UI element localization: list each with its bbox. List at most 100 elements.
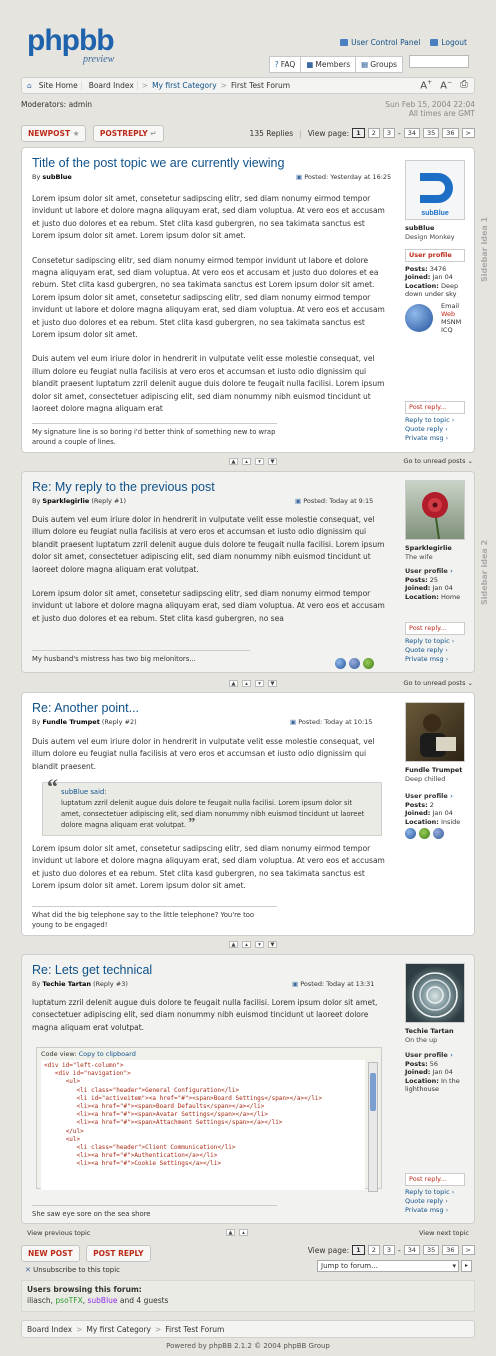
post-author[interactable]: Fundle Trumpet (42, 718, 99, 726)
down-arrow-button[interactable]: ▾ (255, 941, 264, 948)
crumb-category[interactable]: My first Category (86, 1325, 151, 1334)
crumb-forum[interactable]: First Test Forum (165, 1325, 224, 1334)
next-page-button[interactable]: > (461, 1245, 475, 1255)
up-arrow-button[interactable]: ▴ (242, 680, 251, 687)
print-icon[interactable]: ⎙ (460, 79, 468, 91)
bottom-arrow-button[interactable]: ▼ (268, 680, 277, 687)
jump-to-forum-select[interactable]: Jump to forum... ▾ (317, 1260, 459, 1272)
post-title[interactable]: Re: My reply to the previous post (32, 480, 215, 494)
profile-name[interactable]: Sparklegirlie (405, 544, 469, 553)
post-reply-menu-button[interactable]: Post reply... (405, 622, 465, 635)
post-author[interactable]: subBlue (42, 173, 71, 181)
top-arrow-button[interactable]: ▲ (229, 941, 238, 948)
tab-members[interactable]: ■ Members (300, 56, 357, 73)
search-input[interactable] (409, 55, 469, 68)
web-link[interactable]: Web (441, 310, 461, 318)
user-link[interactable]: iliasch (27, 1296, 51, 1305)
page-36[interactable]: 36 (442, 128, 459, 138)
post-reply-button[interactable]: POSTREPLY ↵ (92, 125, 164, 142)
new-post-button[interactable]: NEW POST (21, 1245, 80, 1262)
page-2[interactable]: 2 (367, 128, 380, 138)
view-next-topic-link[interactable]: View next topic (419, 1229, 469, 1237)
down-arrow-button[interactable]: ▾ (255, 458, 264, 465)
crumb-board-index[interactable]: Board Index (86, 81, 138, 90)
private-msg-link[interactable]: Private msg (405, 434, 465, 443)
post-reply-menu-button[interactable]: Post reply... (405, 1173, 465, 1186)
quote-reply-link[interactable]: Quote reply (405, 1197, 465, 1206)
post-author[interactable]: Techie Tartan (42, 980, 91, 988)
page-35[interactable]: 35 (422, 1245, 440, 1255)
top-arrow-button[interactable]: ▲ (229, 680, 238, 687)
msn-icon[interactable] (433, 828, 444, 839)
code-scrollbar[interactable] (368, 1062, 378, 1192)
up-arrow-button[interactable]: ▴ (242, 941, 251, 948)
user-link[interactable]: psoTFX (55, 1296, 82, 1305)
user-profile-link[interactable]: User profile › (405, 792, 469, 801)
user-link[interactable]: subBlue (88, 1296, 118, 1305)
top-arrow-button[interactable]: ▲ (226, 1229, 235, 1236)
page-34[interactable]: 34 (403, 1245, 420, 1255)
go-unread-link[interactable]: Go to unread posts ⌄ (403, 679, 473, 687)
page-34[interactable]: 34 (403, 128, 420, 138)
page-1[interactable]: 1 (352, 128, 365, 138)
font-decrease-button[interactable]: A− (440, 79, 452, 91)
logout-link[interactable]: Logout (430, 38, 467, 47)
post-reply-button[interactable]: POST REPLY (86, 1245, 151, 1262)
profile-name[interactable]: subBlue (405, 224, 469, 233)
copy-to-clipboard-link[interactable]: Copy to clipboard (79, 1050, 136, 1058)
view-previous-topic-link[interactable]: View previous topic (27, 1229, 90, 1237)
page-35[interactable]: 35 (422, 128, 440, 138)
scrollbar-thumb[interactable] (370, 1073, 376, 1111)
moderators-value[interactable]: admin (69, 100, 93, 109)
next-page-button[interactable]: > (461, 128, 475, 138)
icq-icon[interactable] (363, 658, 374, 669)
font-increase-button[interactable]: A+ (420, 79, 432, 91)
user-profile-button[interactable]: User profile (405, 249, 465, 262)
profile-name[interactable]: Fundle Trumpet (405, 766, 469, 775)
email-link[interactable]: Email (441, 302, 461, 310)
post-title[interactable]: Title of the post topic we are currently… (32, 156, 284, 170)
tab-faq[interactable]: ? FAQ (268, 56, 302, 73)
post-reply-menu-button[interactable]: Post reply... (405, 401, 465, 414)
jump-go-button[interactable]: ▸ (461, 1260, 472, 1272)
tab-groups[interactable]: ▦ Groups (355, 56, 403, 73)
profile-name[interactable]: Techie Tartan (405, 1027, 469, 1036)
code-content[interactable]: <div id="left-column"> <div id="navigati… (41, 1060, 365, 1190)
reply-to-topic-link[interactable]: Reply to topic (405, 1188, 465, 1197)
msnm-link[interactable]: MSNM (441, 318, 461, 326)
ucp-link[interactable]: User Control Panel (340, 38, 420, 47)
post-title[interactable]: Re: Another point... (32, 701, 139, 715)
post-author[interactable]: Sparklegirlie (42, 497, 89, 505)
reply-to-topic-link[interactable]: Reply to topic (405, 637, 465, 646)
up-arrow-button[interactable]: ▴ (242, 458, 251, 465)
page-1[interactable]: 1 (352, 1245, 365, 1255)
icq-icon[interactable] (419, 828, 430, 839)
msn-icon[interactable] (349, 658, 360, 669)
up-arrow-button[interactable]: ▴ (239, 1229, 248, 1236)
post-title[interactable]: Re: Lets get technical (32, 963, 152, 977)
icq-link[interactable]: ICQ (441, 326, 461, 334)
bottom-arrow-button[interactable]: ▼ (268, 458, 277, 465)
private-msg-link[interactable]: Private msg (405, 1206, 465, 1215)
page-36[interactable]: 36 (442, 1245, 459, 1255)
top-arrow-button[interactable]: ▲ (229, 458, 238, 465)
crumb-site-home[interactable]: Site Home (36, 81, 82, 90)
globe-icon[interactable] (335, 658, 346, 669)
user-profile-link[interactable]: User profile › (405, 567, 469, 576)
page-2[interactable]: 2 (367, 1245, 380, 1255)
user-profile-link[interactable]: User profile › (405, 1051, 469, 1060)
quote-reply-link[interactable]: Quote reply (405, 646, 465, 655)
reply-to-topic-link[interactable]: Reply to topic (405, 416, 465, 425)
page-3[interactable]: 3 (382, 1245, 395, 1255)
crumb-category[interactable]: My first Category (152, 81, 217, 90)
crumb-board-index[interactable]: Board Index (27, 1325, 72, 1334)
new-post-button[interactable]: NEWPOST ★ (21, 125, 87, 142)
phpbb-logo[interactable]: phpbb preview (27, 26, 115, 66)
page-3[interactable]: 3 (382, 128, 395, 138)
unsubscribe-link[interactable]: ✕ Unsubscribe to this topic (25, 1266, 120, 1274)
go-unread-link[interactable]: Go to unread posts ⌄ (403, 457, 473, 465)
private-msg-link[interactable]: Private msg (405, 655, 465, 664)
quote-reply-link[interactable]: Quote reply (405, 425, 465, 434)
down-arrow-button[interactable]: ▾ (255, 680, 264, 687)
bottom-arrow-button[interactable]: ▼ (268, 941, 277, 948)
